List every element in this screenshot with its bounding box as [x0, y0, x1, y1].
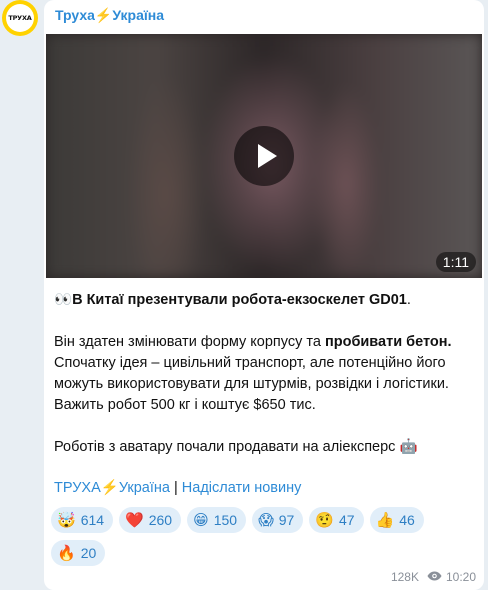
- video-duration: 1:11: [435, 252, 476, 272]
- headline-bold: В Китаї презентували робота-екзоскелет G…: [72, 292, 407, 308]
- reaction-fire[interactable]: 🔥 20: [51, 540, 106, 566]
- message-paragraph-3: Роботів з аватару почали продавати на ал…: [54, 439, 418, 455]
- channel-name[interactable]: Труха⚡Україна: [55, 7, 164, 24]
- mind-blown-icon: 🤯: [57, 511, 76, 529]
- reaction-scream[interactable]: 😱 97: [252, 507, 304, 533]
- para2-bold: пробивати бетон.: [324, 334, 452, 350]
- message-headline: 👀В Китаї презентували робота-екзоскелет …: [54, 290, 479, 311]
- eyes-emoji: 👀: [54, 292, 73, 308]
- message-links: ТРУХА⚡Україна | Надіслати новину: [54, 479, 301, 496]
- reaction-count: 260: [148, 512, 173, 528]
- reaction-heart[interactable]: ❤️ 260: [119, 507, 182, 533]
- reaction-count: 20: [80, 545, 97, 561]
- message-bubble: Труха⚡Україна 1:11 👀В Китаї презентували…: [44, 0, 484, 590]
- reaction-count: 150: [213, 512, 238, 528]
- grin-icon: 😁: [193, 511, 209, 529]
- reaction-count: 46: [399, 512, 415, 528]
- reaction-count: 97: [278, 512, 295, 528]
- headline-end: .: [406, 292, 411, 308]
- message-text: 👀В Китаї презентували робота-екзоскелет …: [54, 290, 479, 458]
- thumbs-up-icon: 👍: [375, 511, 395, 529]
- para2-rest: Спочатку ідея – цивільний транспорт, але…: [54, 355, 449, 413]
- reaction-count: 614: [80, 512, 105, 528]
- channel-link[interactable]: ТРУХА⚡Україна: [54, 480, 170, 496]
- message-time: 10:20: [445, 570, 476, 584]
- reaction-thumbs-up[interactable]: 👍 46: [369, 507, 424, 533]
- para2-start: Він здатен змінювати форму корпусу та: [54, 334, 325, 350]
- video-player[interactable]: 1:11: [46, 34, 482, 278]
- heart-icon: ❤️: [125, 511, 144, 529]
- raised-eyebrow-icon: 🤨: [315, 511, 334, 529]
- reaction-mind-blown[interactable]: 🤯 614: [51, 507, 114, 533]
- play-icon[interactable]: [234, 126, 294, 186]
- fire-icon: 🔥: [57, 544, 76, 562]
- avatar-logo-text: ТРУХА: [6, 4, 34, 32]
- reactions-bar: 🤯 614 ❤️ 260 😁 150 😱 97 🤨 47 👍 46 🔥 20: [51, 507, 481, 566]
- scream-icon: 😱: [258, 511, 274, 529]
- reaction-raised-eyebrow[interactable]: 🤨 47: [309, 507, 364, 533]
- link-separator: |: [169, 480, 182, 496]
- reaction-count: 47: [339, 512, 355, 528]
- channel-avatar[interactable]: ТРУХА: [2, 0, 38, 36]
- eye-icon: [427, 570, 442, 584]
- message-footer: 128K 10:20: [391, 570, 476, 584]
- submit-news-link[interactable]: Надіслати новину: [182, 480, 302, 496]
- message-paragraph-2: Він здатен змінювати форму корпусу та пр…: [54, 332, 479, 416]
- view-count: 128K: [390, 570, 419, 584]
- reaction-grin[interactable]: 😁 150: [187, 507, 247, 533]
